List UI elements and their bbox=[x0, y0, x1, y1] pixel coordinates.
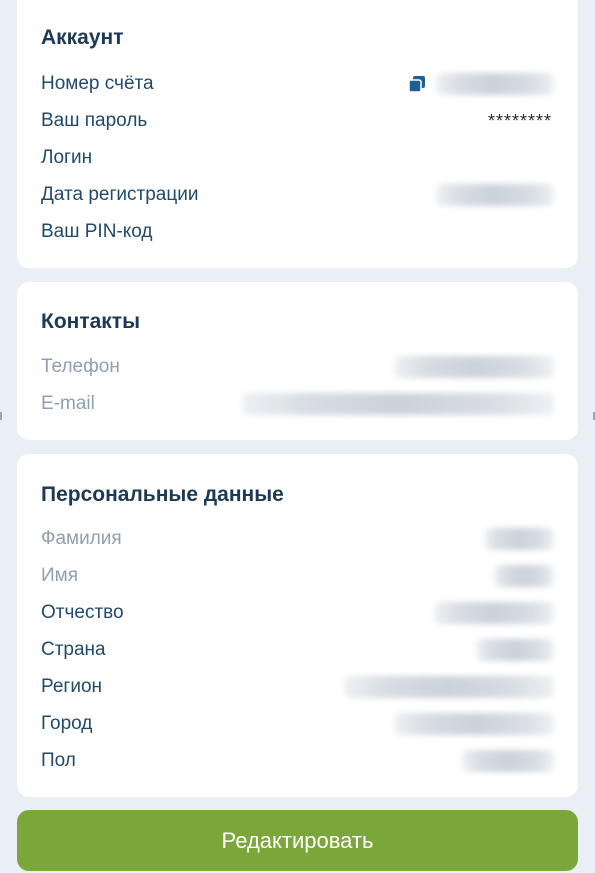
gender-label: Пол bbox=[41, 750, 76, 771]
email-row: E-mail bbox=[41, 390, 554, 418]
password-label: Ваш пароль bbox=[41, 110, 148, 131]
email-label: E-mail bbox=[41, 393, 95, 414]
surname-row: Фамилия bbox=[41, 525, 554, 553]
phone-row: Телефон bbox=[41, 353, 554, 381]
registration-date-label: Дата регистрации bbox=[41, 184, 199, 205]
copy-icon[interactable] bbox=[408, 75, 426, 93]
account-number-row: Номер счёта bbox=[41, 70, 554, 98]
personal-data-title: Персональные данные bbox=[41, 483, 284, 506]
region-label: Регион bbox=[41, 676, 103, 697]
phone-label: Телефон bbox=[41, 356, 120, 377]
pin-row: Ваш PIN-код bbox=[41, 218, 554, 246]
password-value: ******** bbox=[487, 110, 552, 131]
region-value bbox=[344, 676, 554, 698]
city-value bbox=[394, 713, 554, 735]
patronymic-label: Отчество bbox=[41, 602, 124, 623]
country-label: Страна bbox=[41, 639, 106, 660]
country-row: Страна bbox=[41, 636, 554, 664]
account-number-value bbox=[436, 73, 554, 95]
login-label: Логин bbox=[41, 147, 93, 168]
registration-date-row: Дата регистрации bbox=[41, 181, 554, 209]
phone-value bbox=[394, 356, 554, 378]
email-value bbox=[242, 393, 554, 415]
gender-value bbox=[462, 750, 554, 772]
city-label: Город bbox=[41, 713, 93, 734]
first-name-value bbox=[494, 565, 554, 587]
account-number-label: Номер счёта bbox=[41, 73, 154, 94]
pin-label: Ваш PIN-код bbox=[41, 221, 153, 242]
left-edge-mark bbox=[0, 412, 2, 420]
patronymic-row: Отчество bbox=[41, 599, 554, 627]
account-title: Аккаунт bbox=[41, 26, 124, 49]
gender-row: Пол bbox=[41, 747, 554, 775]
login-row: Логин bbox=[41, 144, 554, 172]
first-name-row: Имя bbox=[41, 562, 554, 590]
patronymic-value bbox=[434, 602, 554, 624]
surname-value bbox=[484, 528, 554, 550]
region-row: Регион bbox=[41, 673, 554, 701]
contacts-title: Контакты bbox=[41, 310, 141, 333]
edit-button[interactable]: Редактировать bbox=[17, 810, 578, 871]
account-card: Аккаунт Номер счёта Ваш пароль ******** … bbox=[17, 0, 578, 268]
city-row: Город bbox=[41, 710, 554, 738]
surname-label: Фамилия bbox=[41, 528, 122, 549]
personal-data-card: Персональные данные Фамилия Имя Отчество… bbox=[17, 454, 578, 797]
registration-date-value bbox=[436, 184, 554, 206]
contacts-card: Контакты Телефон E-mail bbox=[17, 282, 578, 440]
first-name-label: Имя bbox=[41, 565, 79, 586]
password-row: Ваш пароль ******** bbox=[41, 107, 554, 135]
country-value bbox=[476, 639, 554, 661]
